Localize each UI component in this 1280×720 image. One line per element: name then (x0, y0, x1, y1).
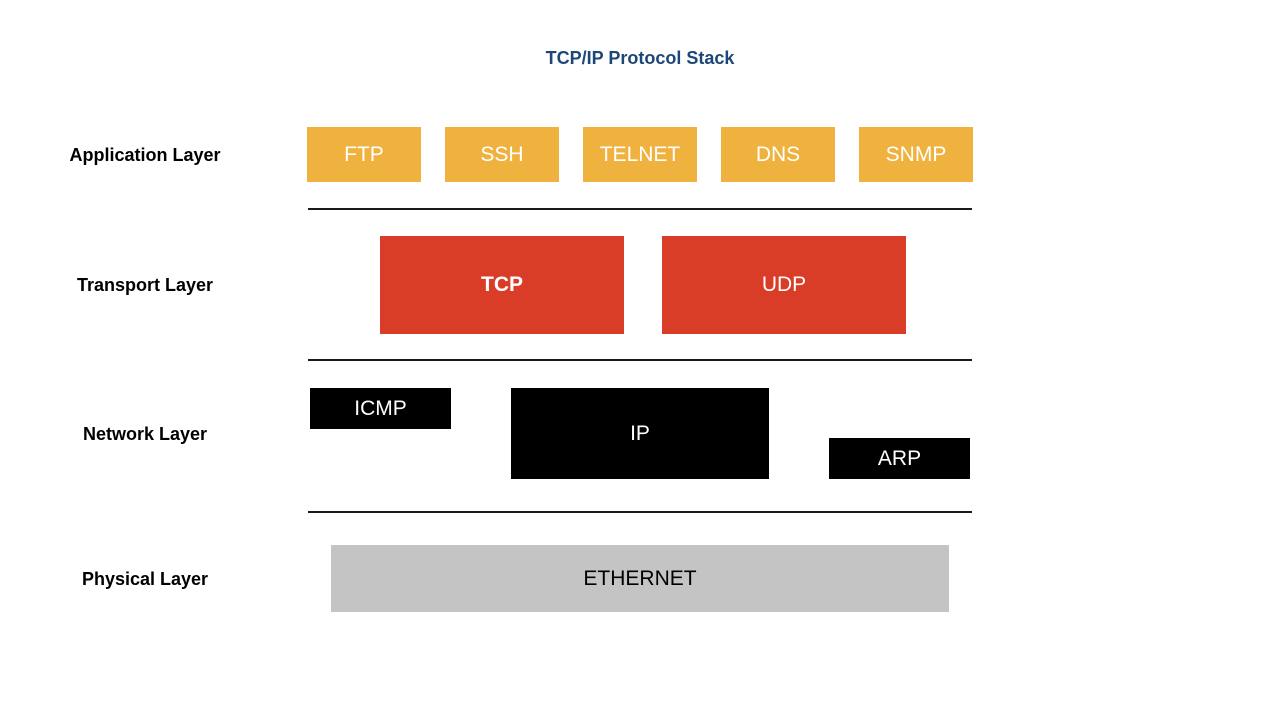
protocol-ssh: SSH (445, 127, 559, 182)
protocol-snmp: SNMP (859, 127, 973, 182)
layer-divider (308, 359, 972, 361)
protocol-icmp: ICMP (310, 388, 451, 429)
layer-divider (308, 511, 972, 513)
protocol-ethernet: ETHERNET (331, 545, 949, 612)
protocol-ftp: FTP (307, 127, 421, 182)
protocol-telnet: TELNET (583, 127, 697, 182)
protocol-tcp: TCP (380, 236, 624, 334)
protocol-udp: UDP (662, 236, 906, 334)
protocol-dns: DNS (721, 127, 835, 182)
application-layer-label: Application Layer (69, 145, 221, 165)
transport-layer-label: Transport Layer (76, 275, 214, 295)
network-layer-label: Network Layer (82, 424, 208, 444)
physical-layer-label: Physical Layer (81, 569, 209, 589)
layer-divider (308, 208, 972, 210)
diagram-title: TCP/IP Protocol Stack (545, 48, 735, 68)
protocol-ip: IP (511, 388, 769, 479)
protocol-arp: ARP (829, 438, 970, 479)
